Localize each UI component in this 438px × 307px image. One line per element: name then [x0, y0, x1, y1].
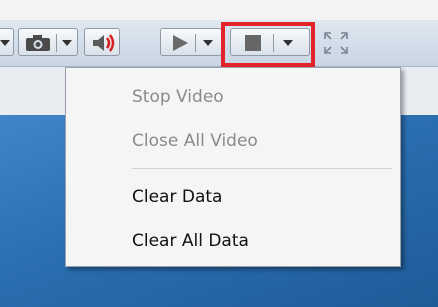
chevron-down-icon[interactable] — [62, 40, 72, 46]
title-strip — [0, 0, 438, 20]
play-icon — [173, 35, 188, 51]
mute-button[interactable] — [84, 28, 120, 56]
menu-separator — [132, 168, 392, 169]
snapshot-split-button[interactable] — [18, 28, 78, 56]
menu-item-stop-video[interactable]: Stop Video — [66, 80, 400, 114]
menu-item-clear-data[interactable]: Clear Data — [66, 180, 400, 214]
stop-dropdown-menu: Stop Video Close All Video Clear Data Cl… — [65, 67, 401, 267]
play-split-button[interactable] — [160, 28, 222, 56]
fullscreen-button[interactable] — [318, 28, 354, 56]
fullscreen-icon — [324, 32, 348, 54]
partial-dropdown-button[interactable] — [0, 28, 14, 56]
highlight-annotation-box — [221, 22, 315, 67]
menu-item-close-all-video[interactable]: Close All Video — [66, 124, 400, 158]
chevron-down-icon[interactable] — [203, 40, 213, 46]
chevron-down-icon — [0, 40, 10, 46]
menu-item-clear-all-data[interactable]: Clear All Data — [66, 224, 400, 258]
split-divider — [56, 34, 57, 52]
split-divider — [195, 34, 196, 52]
video-toolbar — [0, 20, 438, 67]
mute-speaker-icon — [93, 34, 115, 52]
camera-icon[interactable] — [25, 34, 51, 52]
